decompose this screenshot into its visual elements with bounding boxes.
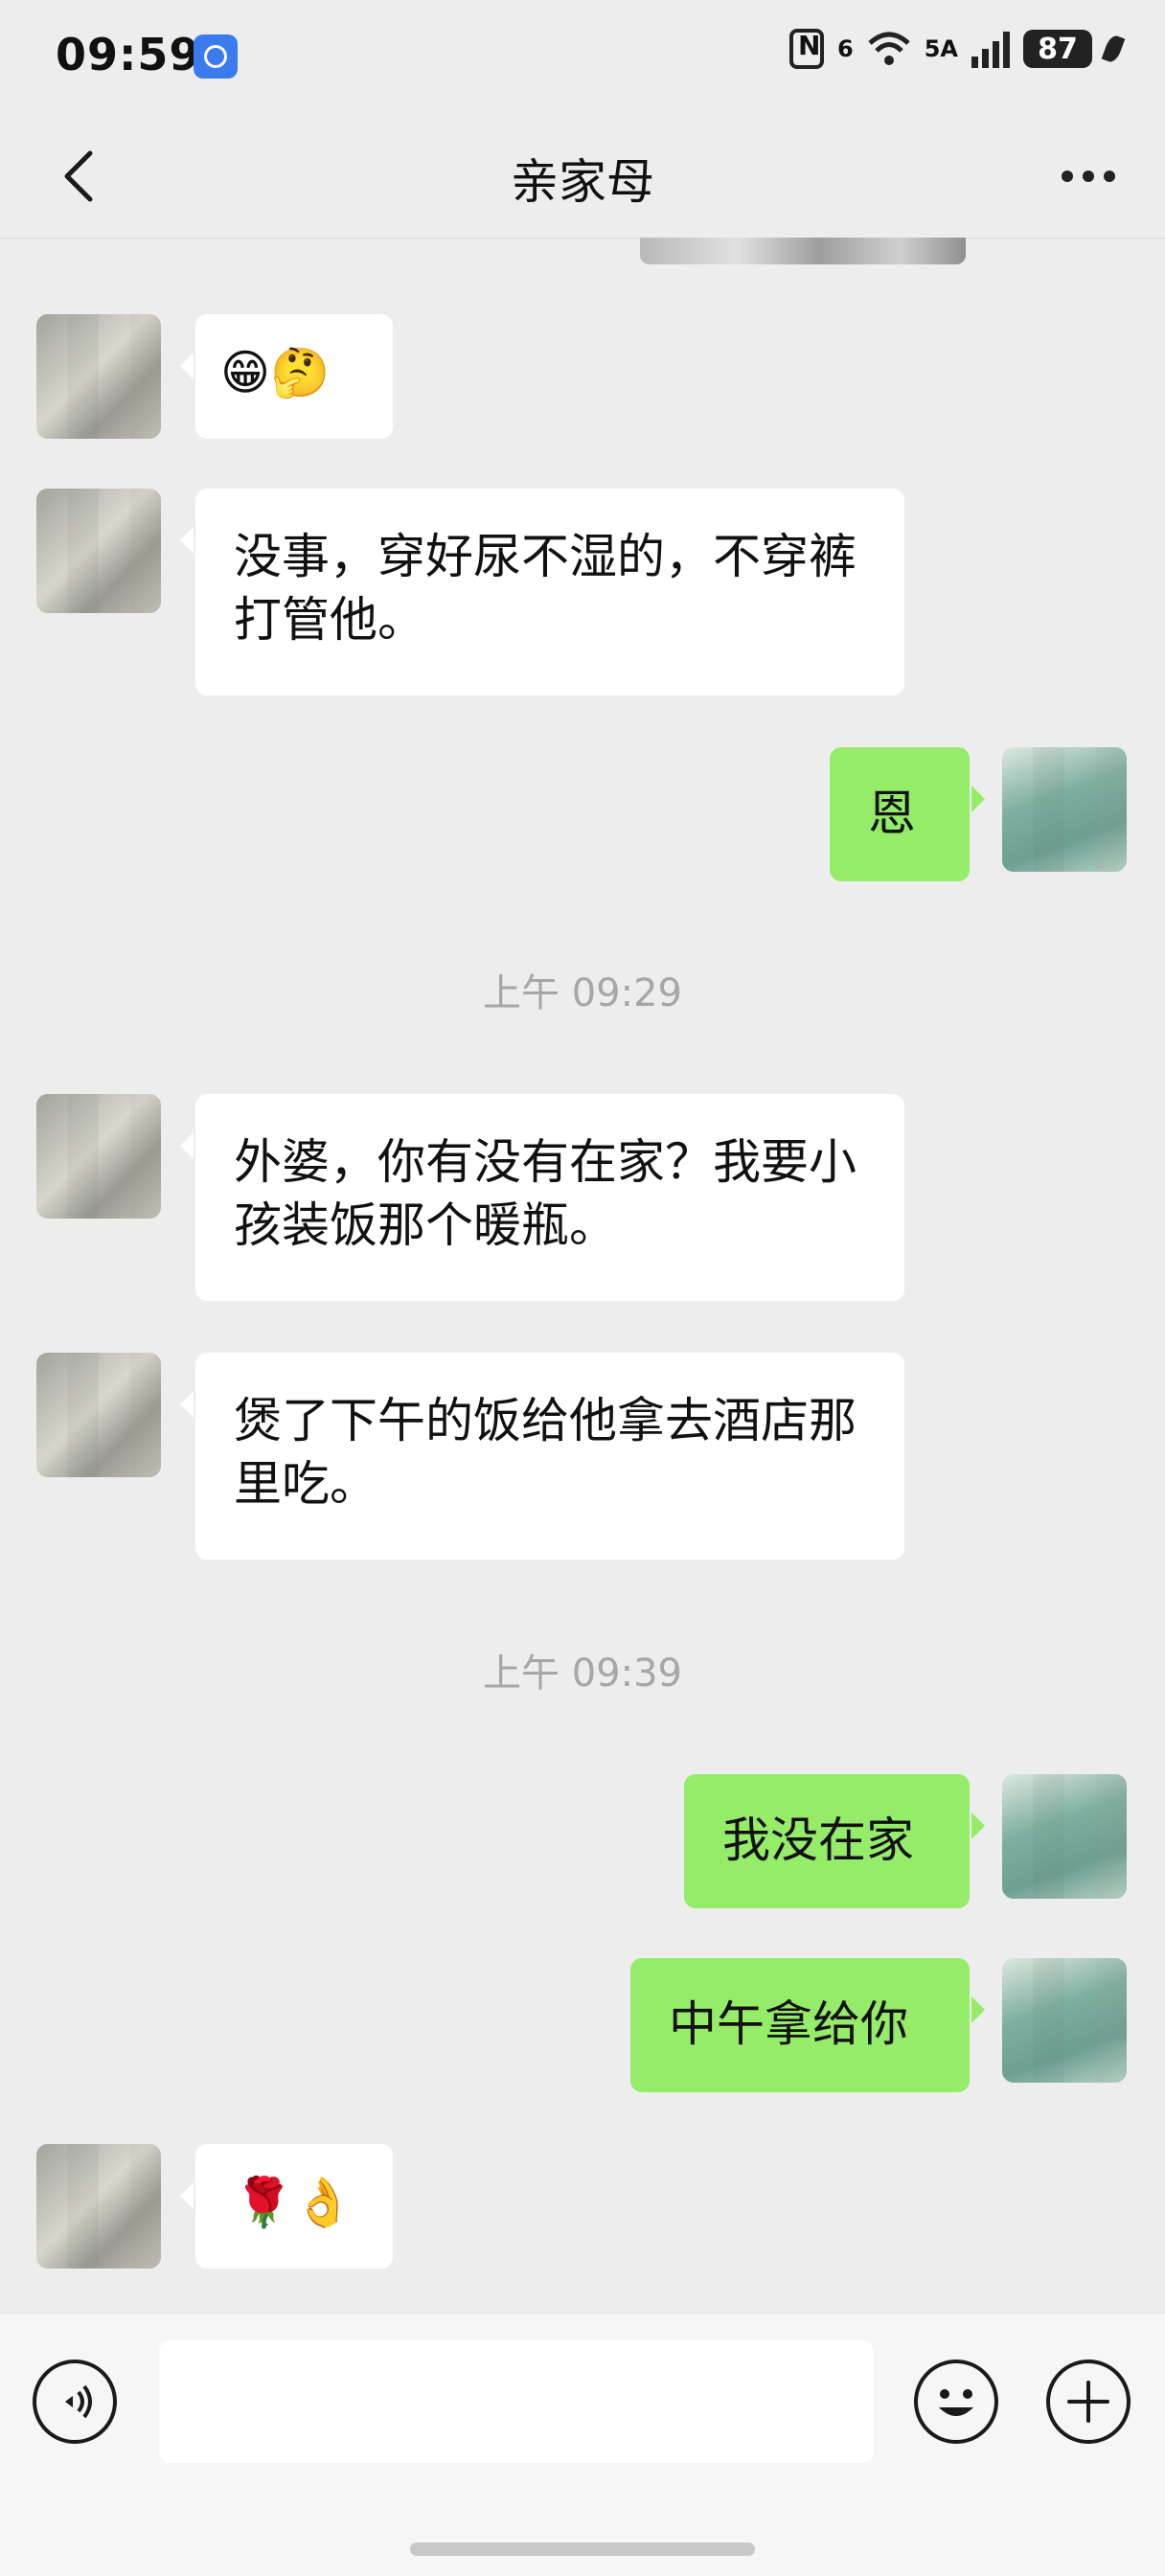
wifi-icon — [868, 32, 910, 65]
more-options-icon[interactable] — [1050, 142, 1127, 211]
eco-leaf-icon — [1101, 34, 1126, 64]
battery-level: 87 — [1038, 32, 1078, 66]
battery-icon: 87 — [1023, 30, 1092, 68]
message-bubble-outgoing[interactable]: 中午拿给你 — [630, 1958, 985, 2092]
message-text: 😁🤔 — [220, 345, 331, 400]
message-input[interactable] — [159, 2340, 874, 2463]
message-text: 中午拿给你 — [669, 1996, 908, 2052]
contact-avatar[interactable] — [36, 489, 161, 613]
message-text: 外婆，你有没有在家？我要小孩装饭那个暖瓶。 — [234, 1134, 857, 1253]
notification-app-icon — [194, 34, 238, 79]
status-bar: 09:59 6 5A 87 — [0, 0, 1165, 115]
voice-icon — [65, 2384, 92, 2419]
chat-header: 亲家母 — [0, 115, 1165, 239]
plus-icon — [1067, 2381, 1109, 2423]
contact-avatar[interactable] — [36, 1094, 161, 1219]
status-time: 09:59 — [56, 29, 201, 80]
message-text: 我没在家 — [722, 1812, 914, 1868]
message-text: 没事，穿好尿不湿的，不穿裤打管他。 — [234, 529, 857, 648]
message-bubble-incoming[interactable]: 外婆，你有没有在家？我要小孩装饭那个暖瓶。 — [180, 1094, 904, 1301]
my-avatar[interactable] — [1002, 1958, 1127, 2083]
message-bubble-outgoing[interactable]: 恩 — [830, 747, 985, 881]
chat-timestamp: 上午 09:29 — [483, 971, 682, 1015]
message-bubble-outgoing[interactable]: 我没在家 — [684, 1774, 985, 1908]
chat-input-bar — [0, 2313, 1165, 2576]
contact-avatar[interactable] — [36, 314, 161, 439]
message-bubble-incoming[interactable]: 没事，穿好尿不湿的，不穿裤打管他。 — [180, 489, 904, 695]
my-avatar[interactable] — [1002, 747, 1127, 872]
nfc-icon — [789, 29, 825, 69]
message-text: 🌹👌 — [234, 2175, 354, 2230]
contact-avatar[interactable] — [36, 2144, 161, 2268]
network-type-label: 5A — [924, 35, 958, 62]
chat-title: 亲家母 — [511, 154, 654, 210]
status-icons: 6 5A 87 — [789, 29, 1126, 69]
emoji-button[interactable] — [914, 2359, 998, 2444]
more-functions-button[interactable] — [1046, 2359, 1131, 2444]
my-avatar[interactable] — [1002, 1774, 1127, 1899]
message-text: 煲了下午的饭给他拿去酒店那里吃。 — [234, 1393, 857, 1512]
signal-label: 6 — [837, 35, 854, 62]
contact-avatar[interactable] — [36, 1353, 161, 1477]
message-text: 恩 — [868, 786, 916, 841]
emoji-icon — [939, 2389, 973, 2416]
home-indicator[interactable] — [410, 2542, 755, 2556]
message-bubble-incoming[interactable]: 煲了下午的饭给他拿去酒店那里吃。 — [180, 1353, 904, 1560]
message-bubble-incoming[interactable]: 🌹👌 — [180, 2144, 393, 2268]
voice-input-button[interactable] — [33, 2359, 117, 2444]
message-bubble-incoming[interactable]: 😁🤔 — [180, 314, 393, 439]
image-message-partial[interactable] — [640, 238, 966, 264]
cell-signal-icon — [971, 30, 1010, 68]
chat-timestamp: 上午 09:39 — [483, 1652, 682, 1696]
